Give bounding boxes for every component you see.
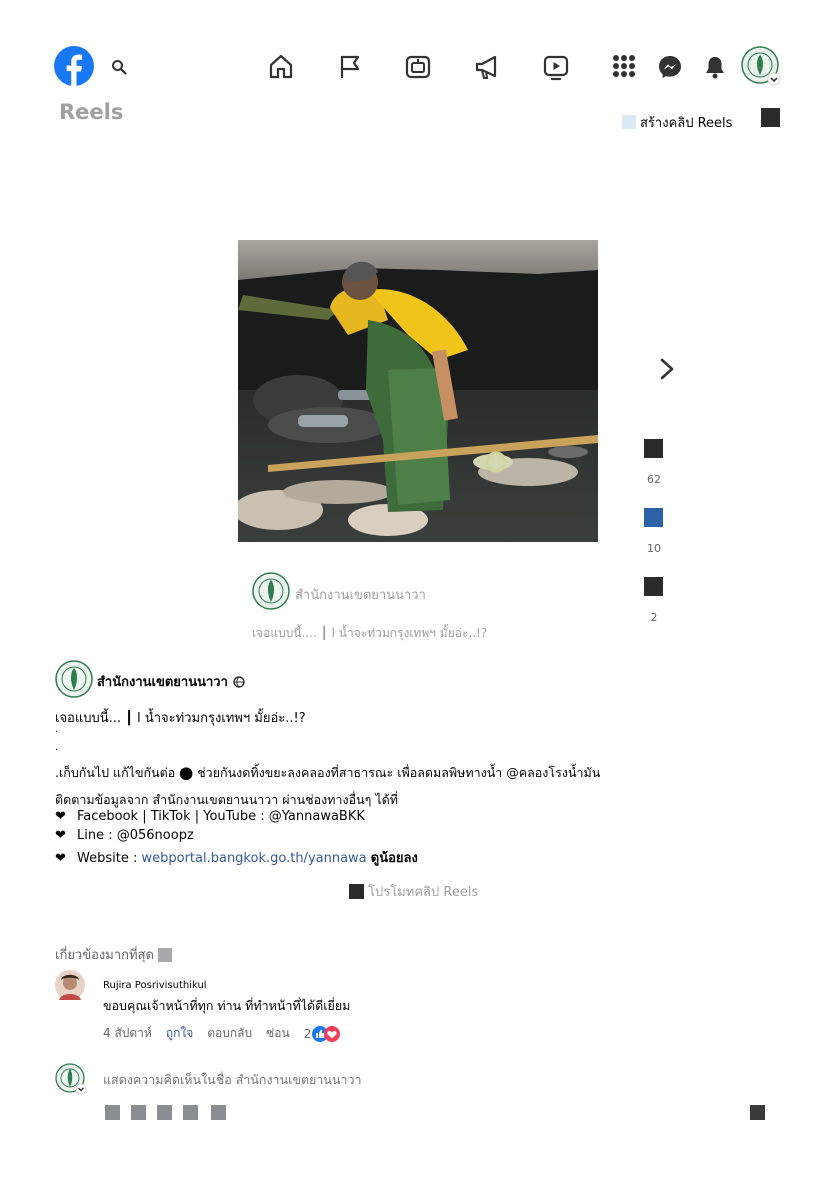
post-facebook-line: ❤ Facebook | TikTok | YouTube : @YannawaB… xyxy=(55,809,365,824)
comment-time[interactable]: 4 สัปดาห์ xyxy=(103,1024,152,1043)
page-title: Reels xyxy=(59,100,124,124)
create-reels-label: สร้างคลิป Reels xyxy=(640,115,733,131)
video-play-icon[interactable] xyxy=(541,52,571,82)
heart-icon: ❤ xyxy=(55,851,66,866)
website-label: Website : xyxy=(77,851,138,866)
post-text-line3: ติดตามข้อมูลจาก สำนักงานเขตยานนาวา ผ่านช… xyxy=(55,792,399,807)
post-line-line: ❤ Line : @056noopz xyxy=(55,828,194,843)
post-author-avatar[interactable] xyxy=(55,660,93,698)
post-text-line2: .เก็บกันไป แก้ไขกันต่อ ⬤ ช่วยกันงดทิ้งขย… xyxy=(55,765,601,780)
chevron-down-icon xyxy=(157,947,172,962)
line-id-text: Line : @056noopz xyxy=(77,828,194,843)
create-reels-icon xyxy=(622,115,636,129)
post-text-line1: เจอแบบนี้... ┃ l น้ำจะท่วมกรุงเทพฯ มั้ยอ… xyxy=(55,711,306,726)
see-less-link[interactable]: ดูน้อยลง xyxy=(371,851,418,866)
promote-label: โปรโมทคลิป Reels xyxy=(368,884,479,900)
comment-actions: 4 สัปดาห์ ถูกใจ ตอบกลับ ซ่อน 2 xyxy=(103,1024,341,1043)
post-website-line: ❤ Website : webportal.bangkok.go.th/yanna… xyxy=(55,847,418,868)
grid-menu-icon[interactable] xyxy=(612,54,636,78)
like-button[interactable] xyxy=(644,439,663,458)
emoji-button[interactable] xyxy=(131,1105,146,1120)
flag-icon[interactable] xyxy=(335,52,365,82)
reel-caption-preview: เจอแบบนี้.... ┃ l น้ำจะท่วมกรุงเทพฯ มั้ย… xyxy=(252,626,488,640)
facebook-logo-icon[interactable] xyxy=(54,46,94,86)
more-options-icon[interactable] xyxy=(761,108,780,127)
camera-button[interactable] xyxy=(157,1105,172,1120)
watch-box-icon[interactable] xyxy=(403,52,433,82)
composer-avatar[interactable] xyxy=(55,1063,87,1095)
post-author-row: สำนักงานเขตยานนาวา xyxy=(97,671,245,692)
post-text-dot2: . xyxy=(55,742,59,753)
comment-hide-button[interactable]: ซ่อน xyxy=(266,1024,290,1043)
send-button[interactable] xyxy=(750,1105,765,1120)
bell-icon[interactable] xyxy=(704,55,726,79)
love-reaction-icon xyxy=(324,1025,341,1042)
share-button[interactable] xyxy=(644,577,663,596)
comment-button[interactable] xyxy=(644,508,663,527)
heart-icon: ❤ xyxy=(55,828,66,843)
comment-like-button[interactable]: ถูกใจ xyxy=(166,1024,193,1043)
comment-sort-dropdown[interactable]: เกี่ยวข้องมากที่สุด xyxy=(55,944,172,965)
like-count: 62 xyxy=(647,473,661,486)
comment-author[interactable]: Rujira Posrivisuthikul xyxy=(103,980,207,991)
reel-video[interactable] xyxy=(238,240,598,542)
facebook-line-text: Facebook | TikTok | YouTube : @YannawaBK… xyxy=(77,809,365,824)
post-author-name[interactable]: สำนักงานเขตยานนาวา xyxy=(97,671,228,692)
promote-reels-button[interactable]: โปรโมทคลิป Reels xyxy=(349,882,478,900)
comment-count: 10 xyxy=(647,542,661,555)
comment-reaction-count[interactable]: 2 xyxy=(304,1027,312,1041)
profile-avatar-icon[interactable] xyxy=(741,46,781,86)
comment-sort-label: เกี่ยวข้องมากที่สุด xyxy=(55,948,154,963)
comment-input[interactable] xyxy=(99,1068,707,1090)
share-count: 2 xyxy=(650,611,658,624)
post-text-dot1: . xyxy=(55,724,59,735)
gif-button[interactable] xyxy=(183,1105,198,1120)
comment-reply-button[interactable]: ตอบกลับ xyxy=(207,1024,252,1043)
heart-icon: ❤ xyxy=(55,809,66,824)
sticker-button[interactable] xyxy=(211,1105,226,1120)
avatar-sticker-button[interactable] xyxy=(105,1105,120,1120)
commenter-avatar[interactable] xyxy=(55,970,85,1000)
messenger-icon[interactable] xyxy=(658,55,682,79)
comment-text: ขอบคุณเจ้าหน้าที่ทุก ท่าน ที่ทำหน้าที่ได… xyxy=(103,998,351,1013)
website-link[interactable]: webportal.bangkok.go.th/yannawa xyxy=(141,851,366,866)
create-reels-button[interactable]: สร้างคลิป Reels xyxy=(622,113,732,131)
next-reel-arrow-icon[interactable] xyxy=(656,357,678,381)
megaphone-icon[interactable] xyxy=(472,52,502,82)
reel-account-avatar[interactable] xyxy=(252,572,290,610)
home-icon[interactable] xyxy=(266,52,296,82)
search-icon[interactable] xyxy=(111,59,127,75)
promote-icon xyxy=(349,883,364,899)
reel-video-frame xyxy=(238,240,598,542)
globe-icon xyxy=(233,675,245,688)
reel-account-name[interactable]: สำนักงานเขตยานนาวา xyxy=(295,584,426,605)
